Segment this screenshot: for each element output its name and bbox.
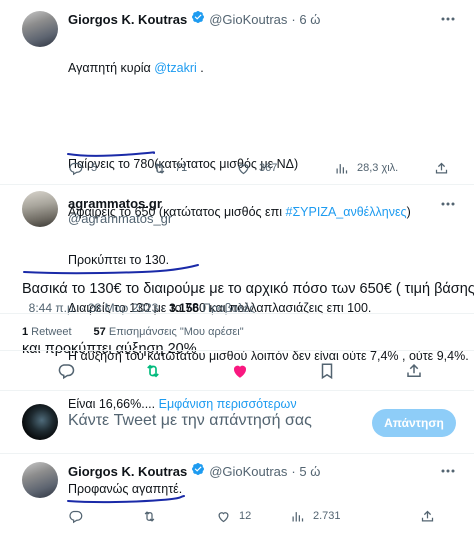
retweet-count: 71 (175, 162, 188, 174)
like-count: 367 (259, 162, 278, 174)
divider (0, 453, 474, 454)
more-options-icon[interactable] (440, 197, 456, 211)
heart-filled-icon (233, 365, 247, 378)
share-action[interactable] (405, 362, 423, 385)
verified-badge-icon (191, 10, 205, 29)
tweet-time[interactable]: · 6 ώ (291, 12, 320, 27)
author-name[interactable]: Giorgos K. Koutras (68, 464, 187, 479)
more-options-icon[interactable] (440, 464, 456, 478)
views-chart-icon (292, 511, 304, 521)
heart-icon (238, 163, 249, 174)
author-handle[interactable]: @GioKoutras (209, 464, 287, 479)
divider (0, 184, 474, 185)
reply-button[interactable]: Απάντηση (372, 409, 456, 437)
body-text: . (196, 61, 204, 75)
author-avatar[interactable] (22, 462, 58, 498)
reply-action[interactable] (68, 509, 142, 524)
likes-stat[interactable]: 57 Επισημάνσεις "Μου αρέσει" (94, 326, 244, 338)
retweet-action[interactable]: 71 (152, 161, 236, 176)
share-icon (435, 162, 448, 173)
body-text: ) (406, 205, 411, 219)
divider (0, 313, 474, 314)
focused-tweet-actions (0, 360, 474, 382)
body-text: Είναι 16,66%.... (68, 397, 156, 411)
views-count: 28,3 χιλ. (357, 162, 399, 174)
body-text: Αγαπητή κυρία (68, 61, 155, 75)
divider (0, 390, 474, 391)
like-count: 12 (239, 510, 252, 522)
handwritten-underline (23, 264, 199, 275)
tweet-meta: 8:44 π.μ. · 28 Μαρ 2023 · 3.156 Προβολές (22, 287, 255, 315)
author-name[interactable]: Giorgos K. Koutras (68, 12, 187, 27)
author-avatar[interactable] (22, 11, 58, 47)
retweet-icon (144, 510, 155, 522)
share-action[interactable] (420, 509, 435, 524)
retweet-icon (147, 364, 159, 378)
retweet-action-active[interactable] (144, 362, 162, 385)
hashtag-link[interactable]: #ΣΥΡΙΖΑ_ανθέλληνες (286, 205, 407, 219)
body-line: Αγαπητή κυρία @tzakri . (68, 60, 468, 76)
current-user-avatar[interactable] (22, 404, 58, 440)
tweet-stats: 1 Retweet 57 Επισημάνσεις "Μου αρέσει" (22, 326, 244, 338)
reply-action[interactable]: 5 (68, 161, 152, 176)
author-handle[interactable]: @GioKoutras (209, 12, 287, 27)
share-action[interactable] (434, 161, 449, 176)
mention-link[interactable]: @tzakri (154, 61, 197, 75)
views-action[interactable]: 2.731 (290, 509, 420, 524)
retweet-action[interactable] (142, 509, 216, 524)
retweet-icon (154, 162, 165, 174)
handwritten-underline (67, 151, 156, 157)
bookmark-action[interactable] (318, 362, 336, 385)
retweet-stat-label: Retweet (28, 326, 72, 338)
views-action[interactable]: 28,3 χιλ. (334, 161, 434, 176)
reply-action[interactable] (57, 362, 75, 385)
show-more-link[interactable]: Εμφάνιση περισσότερων (155, 397, 297, 411)
tweet-header: Giorgos K. Koutras @GioKoutras · 6 ώ (68, 10, 320, 29)
highlighted-text: αύξηση 20% (115, 341, 197, 357)
tweet-actions: 12 2.731 (68, 508, 458, 524)
like-action[interactable]: 12 (216, 509, 290, 524)
author-avatar[interactable] (22, 191, 58, 227)
likes-stat-label: Επισημάνσεις "Μου αρέσει" (105, 326, 244, 338)
body-line: και προκύπτει αύξηση 20% (22, 339, 474, 359)
like-action-active[interactable] (231, 362, 249, 385)
heart-icon (218, 511, 229, 522)
handwritten-underline (67, 495, 185, 504)
share-icon (407, 363, 421, 377)
more-options-icon[interactable] (440, 12, 456, 26)
views-count: 2.731 (313, 510, 341, 522)
reply-icon (58, 364, 75, 380)
body-text: και προκύπτει (22, 341, 116, 357)
author-name[interactable]: agrammatos.gr (68, 196, 162, 211)
share-icon (421, 510, 434, 521)
divider (0, 350, 474, 351)
verified-badge-icon (191, 462, 205, 481)
bookmark-icon (321, 363, 333, 380)
like-action[interactable]: 367 (236, 161, 334, 176)
views-chart-icon (336, 163, 348, 173)
reply-compose-input[interactable]: Κάντε Tweet με την απάντησή σας (68, 412, 312, 430)
reply-icon (69, 162, 83, 175)
likes-stat-count: 57 (93, 326, 106, 338)
tweet-header: Giorgos K. Koutras @GioKoutras · 5 ώ (68, 462, 320, 481)
tweet-actions: 5 71 367 28,3 χιλ. (68, 160, 458, 176)
tweet-time[interactable]: · 5 ώ (291, 464, 320, 479)
retweet-stat[interactable]: 1 Retweet (22, 326, 72, 338)
reply-count: 5 (91, 162, 98, 174)
reply-icon (69, 510, 83, 523)
author-handle[interactable]: @agrammatos_gr (68, 211, 172, 226)
